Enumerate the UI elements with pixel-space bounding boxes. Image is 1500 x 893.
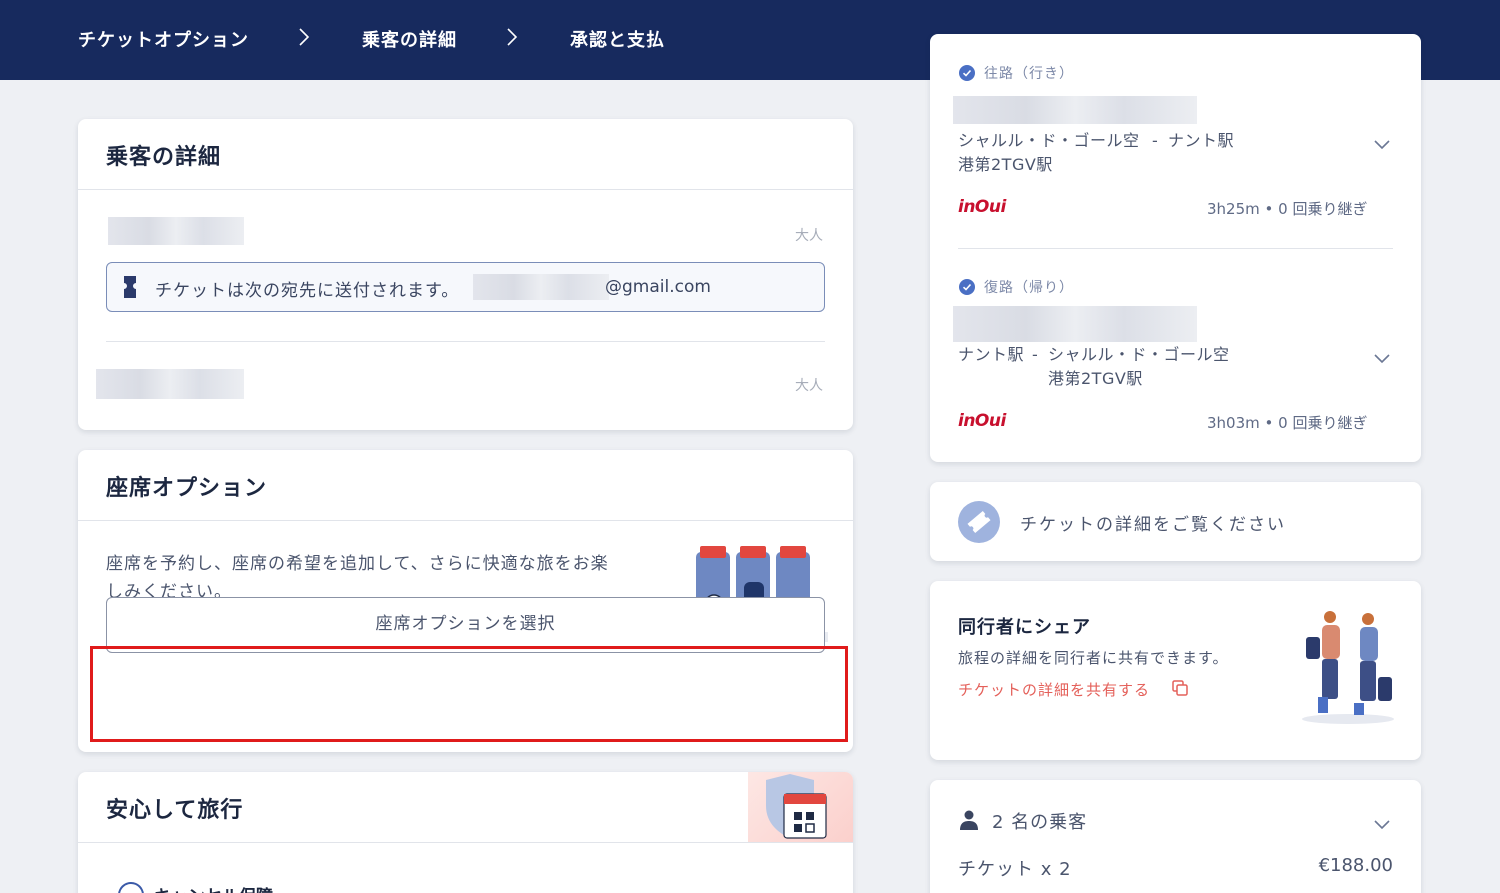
ticket-details-card[interactable]: チケットの詳細をご覧ください xyxy=(930,482,1421,561)
outbound-duration: 3h25m • 0 回乗り継ぎ xyxy=(1207,200,1368,218)
seat-options-title: 座席オプション xyxy=(106,476,268,501)
share-card: 同行者にシェア 旅程の詳細を同行者に共有できます。 チケットの詳細を共有する xyxy=(930,581,1421,760)
copy-icon[interactable] xyxy=(1172,680,1188,696)
check-circle-icon xyxy=(959,65,975,81)
ticket-notice-text: チケットは次の宛先に送付されます。 xyxy=(155,281,460,301)
cancel-insurance-label: キャンセル保障 xyxy=(154,882,273,893)
shield-ticket-illustration xyxy=(748,772,853,842)
highlight-box xyxy=(90,646,848,742)
outbound-origin: シャルル・ド・ゴール空港第2TGV駅 xyxy=(958,131,1140,174)
blurred-email-address xyxy=(473,274,609,300)
return-label: 復路（帰り） xyxy=(984,280,1074,296)
breadcrumb-approval-payment[interactable]: 承認と支払 xyxy=(570,26,665,52)
passenger-count: 2 名の乗客 xyxy=(992,812,1088,833)
chevron-down-icon[interactable] xyxy=(1373,135,1391,150)
ticket-delivery-notice: チケットは次の宛先に送付されます。 @gmail.com xyxy=(106,262,825,312)
select-seat-options-button[interactable]: 座席オプションを選択 xyxy=(106,597,825,653)
travel-insurance-title: 安心して旅行 xyxy=(106,798,244,823)
breadcrumb-ticket-options[interactable]: チケットオプション xyxy=(78,26,249,52)
chevron-down-icon[interactable] xyxy=(1373,815,1391,830)
ticket-price: €188.00 xyxy=(1318,855,1393,876)
route-separator: - xyxy=(1032,345,1039,364)
blurred-outbound-date xyxy=(953,96,1197,124)
share-description: 旅程の詳細を同行者に共有できます。 xyxy=(958,649,1229,667)
passenger-type-label: 大人 xyxy=(795,378,823,394)
divider xyxy=(958,248,1393,249)
person-icon xyxy=(960,810,978,830)
passenger-details-title: 乗客の詳細 xyxy=(106,145,222,170)
return-origin: ナント駅 xyxy=(958,345,1025,364)
divider xyxy=(78,189,853,190)
passenger-details-card: 乗客の詳細 大人 チケットは次の宛先に送付されます。 @gmail.com 大人 xyxy=(78,119,853,430)
breadcrumb-chevron-icon xyxy=(298,26,310,48)
inoui-logo: inOui xyxy=(958,411,1006,431)
outbound-label: 往路（行き） xyxy=(984,66,1074,82)
chevron-down-icon[interactable] xyxy=(1373,349,1391,364)
share-ticket-details-link[interactable]: チケットの詳細を共有する xyxy=(958,679,1150,700)
email-domain: @gmail.com xyxy=(605,277,711,297)
trip-summary-card: 往路（行き） シャルル・ド・ゴール空港第2TGV駅 - ナント駅 inOui 3… xyxy=(930,34,1421,462)
blurred-passenger-name xyxy=(108,217,244,245)
inoui-logo: inOui xyxy=(958,197,1006,217)
blurred-passenger-name xyxy=(96,369,244,399)
blurred-return-date xyxy=(953,306,1197,342)
travelers-illustration xyxy=(1298,605,1398,725)
share-title: 同行者にシェア xyxy=(958,617,1091,638)
divider xyxy=(78,520,853,521)
passenger-type-label: 大人 xyxy=(795,228,823,244)
route-separator: - xyxy=(1152,131,1159,150)
cancel-insurance-radio[interactable] xyxy=(118,882,144,893)
price-summary-card: 2 名の乗客 チケット x 2 €188.00 xyxy=(930,780,1421,893)
travel-insurance-card: 安心して旅行 キャンセル保障 xyxy=(78,772,853,893)
ticket-icon xyxy=(958,501,1000,543)
divider xyxy=(106,341,825,342)
breadcrumb-chevron-icon xyxy=(506,26,518,48)
divider xyxy=(78,842,853,843)
ticket-quantity-label: チケット x 2 xyxy=(958,859,1072,880)
ticket-details-link[interactable]: チケットの詳細をご覧ください xyxy=(1020,510,1286,535)
return-duration: 3h03m • 0 回乗り継ぎ xyxy=(1207,414,1368,432)
outbound-destination: ナント駅 xyxy=(1168,131,1235,150)
return-destination: シャルル・ド・ゴール空港第2TGV駅 xyxy=(1048,345,1230,388)
ticket-icon xyxy=(123,275,137,299)
breadcrumb-passenger-details[interactable]: 乗客の詳細 xyxy=(362,26,457,52)
check-circle-icon xyxy=(959,279,975,295)
